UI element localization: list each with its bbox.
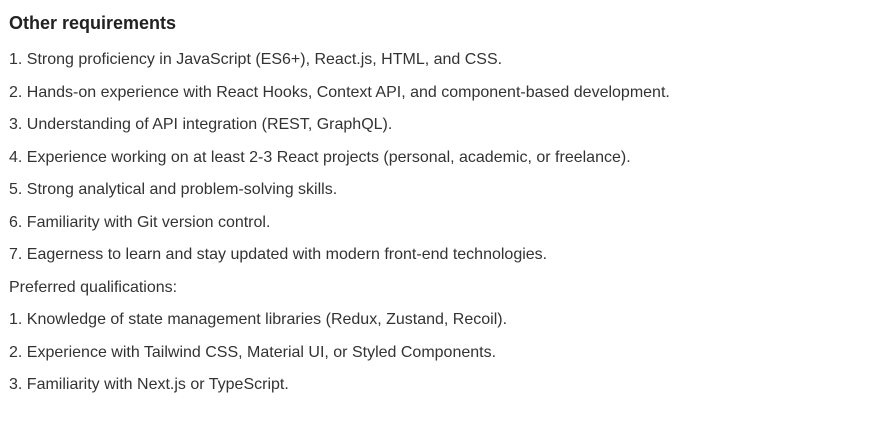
preferred-qualifications-heading: Preferred qualifications: bbox=[9, 278, 178, 296]
section-title: Other requirements bbox=[9, 13, 177, 33]
requirement-line-3: 3. Understanding of API integration (RES… bbox=[9, 116, 393, 133]
requirement-line-5: 5. Strong analytical and problem-solving… bbox=[9, 181, 338, 198]
requirement-line-7: 7. Eagerness to learn and stay updated w… bbox=[9, 246, 548, 263]
requirement-line-2: 2. Hands-on experience with React Hooks,… bbox=[9, 83, 670, 101]
requirement-line-6: 6. Familiarity with Git version control. bbox=[9, 213, 271, 231]
requirement-line-4: 4. Experience working on at least 2-3 Re… bbox=[9, 148, 631, 166]
preferred-line-2: 2. Experience with Tailwind CSS, Materia… bbox=[9, 343, 497, 361]
requirements-list: 1. Strong proficiency in JavaScript (ES6… bbox=[9, 44, 881, 402]
other-requirements-section: Other requirements 1. Strong proficiency… bbox=[0, 0, 881, 435]
requirement-line-1: 1. Strong proficiency in JavaScript (ES6… bbox=[9, 51, 503, 68]
preferred-line-1: 1. Knowledge of state management librari… bbox=[9, 311, 508, 328]
preferred-line-3: 3. Familiarity with Next.js or TypeScrip… bbox=[9, 376, 289, 393]
